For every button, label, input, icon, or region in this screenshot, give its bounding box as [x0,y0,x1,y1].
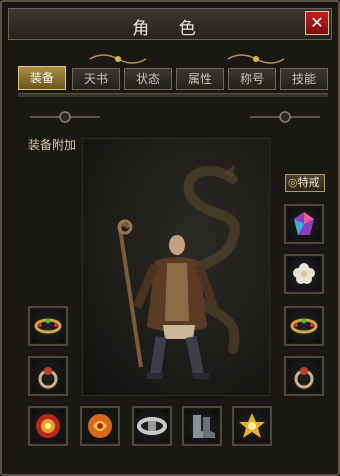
equip-slot-left-bracelet[interactable] [28,306,68,346]
equip-slot-necklace[interactable] [284,204,324,244]
right-divider-icon [250,111,320,123]
ring-icon [38,367,58,389]
dragon-talisman-icon [88,414,112,438]
fire-amulet-icon [36,414,60,438]
boots-icon [193,415,215,438]
bracelet-icon [290,318,318,334]
equip-slot-boots[interactable] [182,406,222,446]
tab-attributes[interactable]: 属性 [176,68,224,90]
gem-icon [294,212,314,235]
close-button[interactable]: ✕ [305,11,329,35]
tab-separator [18,93,328,97]
special-ring-label: 特戒 [297,176,320,189]
tab-skills[interactable]: 技能 [280,68,328,90]
tab-equipment[interactable]: 装备 [18,66,66,90]
ring-icon [294,367,314,389]
character-preview [82,138,270,396]
golden-sigil-icon [239,413,265,438]
equip-slot-right-ring[interactable] [284,356,324,396]
equip-slot-belt[interactable] [132,406,172,446]
bracelet-icon [34,318,62,334]
window-title: 角 色 [132,19,208,39]
silver-belt-icon [137,417,167,435]
left-ornament-icon [89,54,147,64]
equipment-bonus-label[interactable]: 装备附加 [28,136,76,153]
equip-slot-amulet[interactable] [28,406,68,446]
character-window: 角 色 ✕ 装备 天书 状态 属性 称号 技能 装备附加 ◎特戒 [0,0,340,476]
character-model [117,219,220,379]
tab-titles[interactable]: 称号 [228,68,276,90]
equip-slot-right-bracelet[interactable] [284,306,324,346]
left-divider-icon [30,111,100,123]
close-icon: ✕ [310,13,324,32]
chrysanthemum-icon [293,263,315,284]
equip-slot-talisman[interactable] [80,406,120,446]
right-ornament-icon [227,54,285,64]
tab-heavenly-book[interactable]: 天书 [72,68,120,90]
equip-slot-left-ring[interactable] [28,356,68,396]
equip-slot-gem[interactable] [232,406,272,446]
tab-status[interactable]: 状态 [124,68,172,90]
equip-slot-medal[interactable] [284,254,324,294]
title-bar: 角 色 ✕ [8,8,332,40]
special-ring-button[interactable]: ◎特戒 [285,174,325,192]
ring-small-icon: ◎ [288,176,298,189]
tab-bar: 装备 天书 状态 属性 称号 技能 [18,66,330,92]
